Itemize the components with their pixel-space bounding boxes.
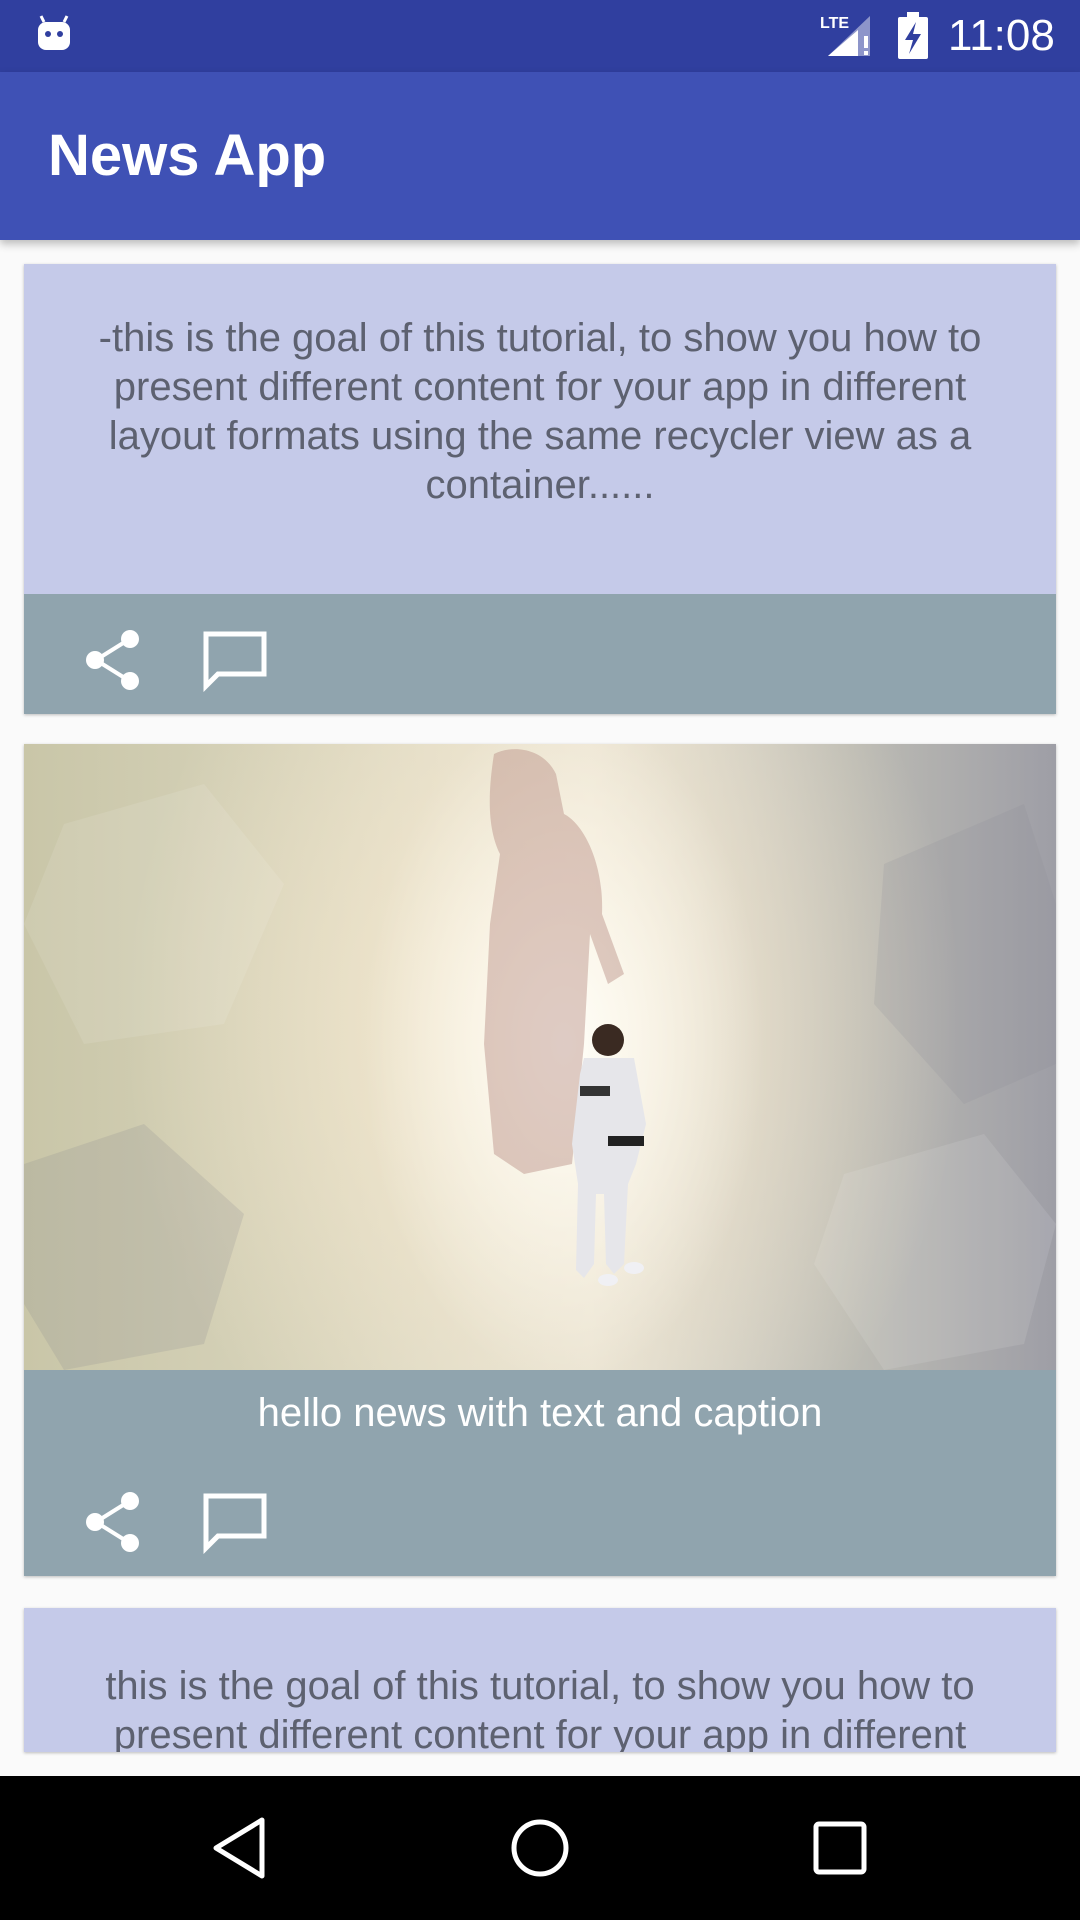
status-bar: LTE 11:08 xyxy=(0,0,1080,72)
home-icon[interactable] xyxy=(504,1812,576,1884)
comment-icon[interactable] xyxy=(200,1490,270,1554)
back-icon[interactable] xyxy=(204,1812,276,1884)
share-icon[interactable] xyxy=(82,1490,146,1554)
recents-icon[interactable] xyxy=(804,1812,876,1884)
lte-signal-icon: LTE xyxy=(820,15,870,56)
share-icon[interactable] xyxy=(82,628,146,692)
news-card-image[interactable]: hello news with text and caption xyxy=(24,744,1056,1576)
navigation-bar xyxy=(0,1776,1080,1920)
app-title: News App xyxy=(48,123,327,188)
status-clock: 11:08 xyxy=(948,11,1055,60)
news-image-graphic xyxy=(24,749,1056,1370)
news-image[interactable] xyxy=(24,744,1056,1370)
android-notification-icon xyxy=(38,15,70,50)
app-bar: News App xyxy=(0,72,1080,240)
card-actions xyxy=(24,594,1056,714)
svg-text:LTE: LTE xyxy=(820,15,849,32)
news-feed[interactable]: -this is the goal of this tutorial, to s… xyxy=(0,240,1080,1776)
card-text: -this is the goal of this tutorial, to s… xyxy=(24,264,1056,594)
news-card-text[interactable]: this is the goal of this tutorial, to sh… xyxy=(24,1608,1056,1752)
card-text: this is the goal of this tutorial, to sh… xyxy=(24,1608,1056,1752)
news-card-text[interactable]: -this is the goal of this tutorial, to s… xyxy=(24,264,1056,714)
battery-charging-icon xyxy=(898,12,928,59)
comment-icon[interactable] xyxy=(200,628,270,692)
image-caption: hello news with text and caption xyxy=(257,1391,823,1435)
card-caption-area: hello news with text and caption xyxy=(24,1370,1056,1576)
